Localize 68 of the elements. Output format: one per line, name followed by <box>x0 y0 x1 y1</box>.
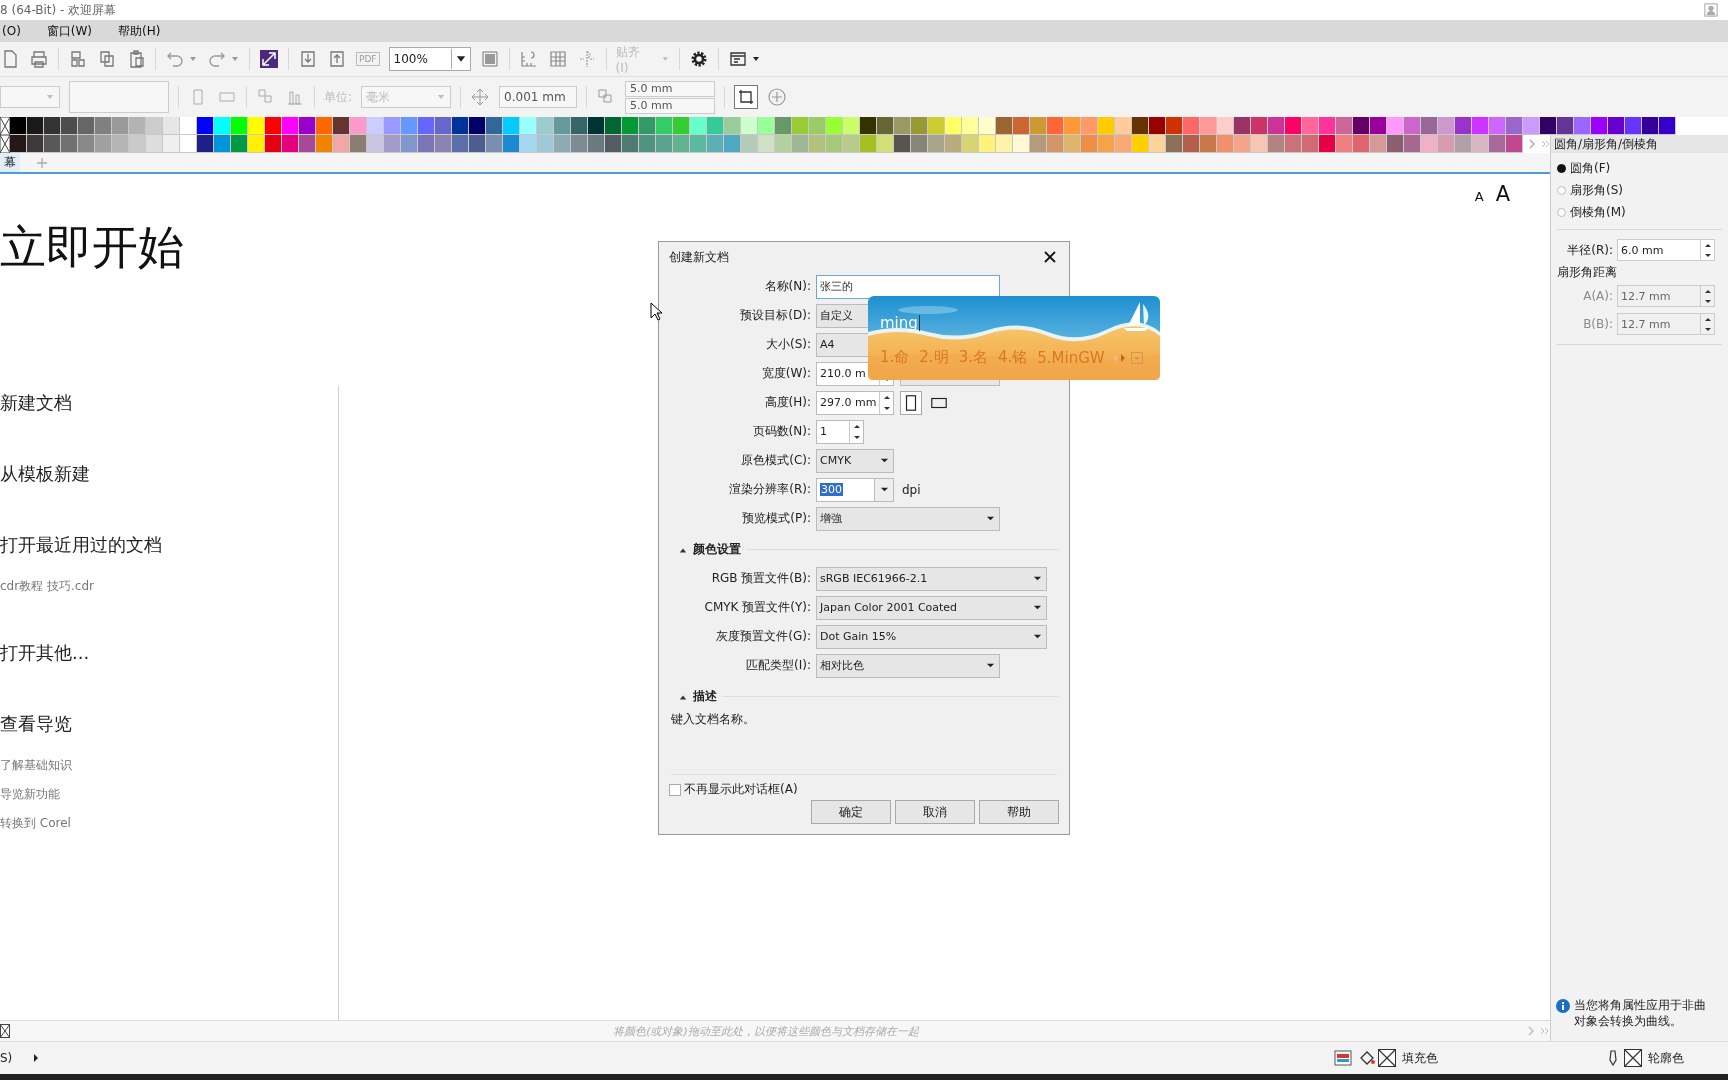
outline-label: 轮廓色 <box>1648 1049 1684 1067</box>
field-label: 高度(H): <box>763 394 811 411</box>
dropdown[interactable]: Dot Gain 15% <box>816 624 1047 649</box>
guide-link[interactable]: 转换到 Corel <box>0 814 71 832</box>
palette-hint: 将颜色(或对象)拖动至此处，以便将这些颜色与文档存储在一起 <box>612 1023 920 1039</box>
info-text: 当您将角属性应用于非曲 <box>1574 997 1706 1013</box>
radius-label: 半径(R): <box>1566 241 1613 259</box>
info-text: 对象会转换为曲线。 <box>1574 1013 1683 1029</box>
spin-field[interactable]: 1 <box>816 419 864 444</box>
field-label: CMYK 预置文件(Y): <box>703 599 811 616</box>
field-label: 灰度预置文件(G): <box>715 628 811 645</box>
field-label: 名称(N): <box>763 278 811 295</box>
radius-field[interactable]: 6.0 mm <box>1617 239 1715 261</box>
section-title: 描述 <box>693 688 717 705</box>
welcome-link[interactable]: 打开最近用过的文档 <box>0 532 162 558</box>
field-label: 宽度(W): <box>760 365 811 382</box>
guide-link[interactable]: 导览新功能 <box>0 785 60 803</box>
menu-item[interactable]: 窗口(W) <box>44 22 95 40</box>
field-label: 原色模式(C): <box>740 452 811 469</box>
field-label: 预设目标(D): <box>739 307 811 324</box>
zoom-combo-box[interactable]: 100% <box>388 47 471 71</box>
menu-item[interactable]: (O) <box>0 24 23 38</box>
radio-option[interactable]: 扇形角(S) <box>1557 179 1728 201</box>
recent-file-link[interactable]: cdr教程 技巧.cdr <box>0 577 94 595</box>
dropdown[interactable]: 增強 <box>816 506 1000 531</box>
field-label: 预览模式(P): <box>741 510 811 527</box>
radio-option[interactable]: 圆角(F) <box>1557 157 1728 179</box>
dropdown[interactable]: Japan Color 2001 Coated <box>816 595 1047 620</box>
field-label: 渲染分辨率(R): <box>728 481 811 498</box>
docker-title: 圆角/扇形角/倒棱角 <box>1551 135 1728 153</box>
window-title: 8 (64-Bit) - 欢迎屏幕 <box>0 1 117 19</box>
combo-box[interactable]: 300 <box>816 477 894 502</box>
nudge-field[interactable]: 0.001 mm <box>499 86 578 108</box>
field-label: 大小(S): <box>764 336 811 353</box>
distance-label: B(B): <box>1582 317 1613 331</box>
description-text: 键入文档名称。 <box>670 711 756 728</box>
decrease-font-button[interactable]: A <box>1474 189 1484 204</box>
distance-label: A(A): <box>1582 289 1613 303</box>
welcome-link[interactable]: 查看导览 <box>0 711 72 737</box>
spin-field[interactable]: 297.0 mm <box>816 390 894 415</box>
dialog-title: 创建新文档 <box>669 248 729 266</box>
welcome-link[interactable]: 打开其他... <box>0 640 90 666</box>
section-label: 扇形角距离 <box>1556 264 1618 281</box>
dropdown[interactable]: CMYK <box>816 448 894 473</box>
increase-font-button[interactable]: A <box>1495 182 1510 206</box>
dialog-button[interactable]: 帮助 <box>979 800 1059 824</box>
offset-field[interactable]: 5.0 mm <box>625 80 716 97</box>
unit-label: dpi <box>902 482 921 497</box>
menu-item[interactable]: 帮助(H) <box>116 22 163 40</box>
document-tab[interactable]: 幕 <box>0 153 20 172</box>
fill-label: 填充色 <box>1402 1049 1438 1067</box>
field-label: 页码数(N): <box>751 423 811 440</box>
guide-link[interactable]: 了解基础知识 <box>0 756 72 774</box>
welcome-link[interactable]: 新建文档 <box>0 390 72 416</box>
welcome-heading: 立即开始 <box>0 219 184 275</box>
section-title: 颜色设置 <box>693 541 741 558</box>
offset-field[interactable]: 5.0 mm <box>625 97 716 114</box>
dropdown[interactable]: 相对比色 <box>816 653 1000 678</box>
dropdown[interactable]: sRGB IEC61966-2.1 <box>816 566 1047 591</box>
dialog-button[interactable]: 取消 <box>895 800 975 824</box>
status-text: S) <box>0 1051 13 1065</box>
field-label: 匹配类型(I): <box>745 657 811 674</box>
field-label: RGB 预置文件(B): <box>710 570 811 587</box>
radio-option[interactable]: 倒棱角(M) <box>1557 201 1728 223</box>
welcome-link[interactable]: 从模板新建 <box>0 461 90 487</box>
dialog-button[interactable]: 确定 <box>811 800 891 824</box>
dont-show-checkbox[interactable]: 不再显示此对话框(A) <box>669 781 798 798</box>
name-field[interactable]: 张三的 <box>816 274 1000 299</box>
